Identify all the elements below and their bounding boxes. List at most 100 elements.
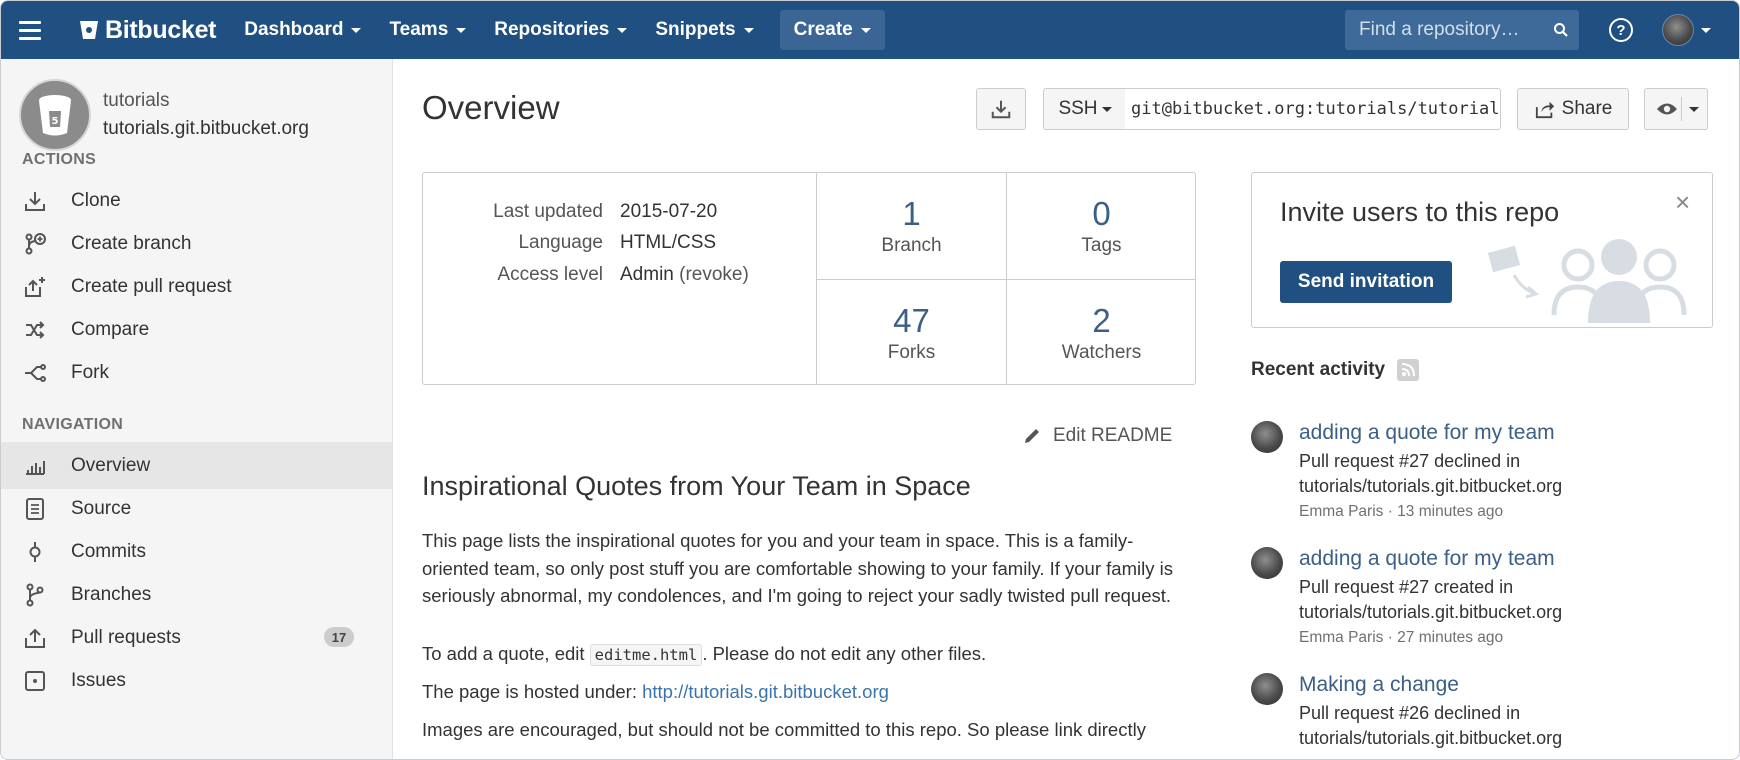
readme-paragraph: Images are encouraged, but should not be… [422, 719, 1146, 740]
activity-description: Pull request #27 created in [1299, 577, 1514, 597]
watch-button[interactable] [1644, 88, 1708, 130]
user-avatar[interactable] [1662, 14, 1694, 46]
nav-snippets[interactable]: Snippets [641, 10, 767, 50]
activity-meta: Emma Paris · 13 minutes ago [1299, 503, 1504, 520]
sidebar-item-source[interactable]: Source [1, 485, 392, 532]
pull-requests-count-badge: 17 [324, 627, 354, 647]
branch-plus-icon [21, 230, 49, 258]
overview-icon [21, 452, 49, 480]
activity-meta: Emma Paris · 27 minutes ago [1299, 629, 1504, 646]
readme-title: Inspirational Quotes from Your Team in S… [422, 471, 971, 501]
language-label: Language [518, 232, 603, 253]
tag-count[interactable]: 0 Tags [1006, 173, 1196, 279]
sidebar-item-overview[interactable]: Overview [1, 442, 392, 489]
readme-text: . Please do not edit any other files. [702, 643, 987, 664]
help-icon[interactable]: ? [1609, 18, 1633, 42]
repo-avatar[interactable]: 5 [19, 79, 91, 151]
readme-paragraph: To add a quote, edit editme.html. Please… [422, 640, 1190, 670]
sidebar-item-branches[interactable]: Branches [1, 571, 392, 618]
search-placeholder: Find a repository… [1359, 19, 1520, 40]
user-icon [1588, 239, 1650, 323]
nav-dashboard-label: Dashboard [244, 19, 344, 40]
last-updated-value: 2015-07-20 [620, 201, 718, 222]
sidebar-item-label: Issues [71, 669, 126, 691]
recent-activity-title: Recent activity [1251, 359, 1386, 380]
download-icon [991, 100, 1011, 119]
sidebar-item-fork[interactable]: Fork [1, 349, 392, 396]
clone-url-input[interactable]: git@bitbucket.org:tutorials/tutorials.gi… [1125, 88, 1501, 130]
send-invitation-button[interactable]: Send invitation [1280, 261, 1452, 303]
readme-text: The page is hosted under: [422, 681, 643, 702]
sidebar-item-commits[interactable]: Commits [1, 528, 392, 575]
brand-name: Bitbucket [105, 15, 217, 44]
branch-count-number: 1 [902, 195, 921, 232]
clone-protocol-select[interactable]: SSH [1043, 88, 1127, 130]
last-updated-label: Last updated [493, 201, 603, 222]
nav-teams[interactable]: Teams [375, 10, 480, 50]
repo-name[interactable]: tutorials.git.bitbucket.org [103, 115, 309, 143]
activity-title-link[interactable]: adding a quote for my team [1299, 547, 1555, 571]
chevron-down-icon[interactable] [1701, 28, 1711, 33]
branch-count-label: Branch [881, 235, 942, 256]
access-level-text: Admin [620, 264, 674, 285]
repo-owner[interactable]: tutorials [103, 87, 309, 115]
search-icon[interactable] [1543, 22, 1579, 38]
chevron-down-icon [743, 27, 754, 33]
language-value: HTML/CSS [620, 232, 717, 253]
revoke-link[interactable]: (revoke) [679, 264, 749, 285]
tag-count-number: 0 [1092, 195, 1111, 232]
bitbucket-logo[interactable]: Bitbucket [77, 15, 217, 45]
watcher-count-number: 2 [1092, 301, 1111, 339]
main-content: Overview SSH git@bitbucket.org:tutorials… [393, 59, 1739, 759]
repo-header: 5 tutorials tutorials.git.bitbucket.org [19, 79, 309, 151]
bucket-icon: 5 [39, 95, 71, 136]
sidebar-item-create-pull-request[interactable]: Create pull request [1, 263, 392, 310]
share-button[interactable]: Share [1517, 88, 1629, 130]
repository-sidebar: 5 tutorials tutorials.git.bitbucket.org … [1, 59, 393, 759]
branch-count[interactable]: 1 Branch [816, 173, 1006, 279]
chevron-down-icon [456, 27, 467, 33]
pencil-icon [1025, 429, 1039, 443]
repository-search-input[interactable]: Find a repository… [1345, 10, 1579, 50]
hosted-url-link[interactable]: http://tutorials.git.bitbucket.org [642, 681, 889, 702]
sidebar-item-issues[interactable]: Issues [1, 657, 392, 704]
sidebar-item-compare[interactable]: Compare [1, 306, 392, 353]
tag-count-label: Tags [1081, 235, 1122, 256]
sidebar-item-label: Pull requests [71, 626, 181, 648]
activity-title-link[interactable]: adding a quote for my team [1299, 421, 1555, 445]
sidebar-item-pull-requests[interactable]: Pull requests 17 [1, 614, 392, 661]
fork-count-number: 47 [893, 301, 930, 339]
avatar[interactable] [1251, 421, 1283, 453]
close-icon[interactable]: × [1675, 187, 1690, 218]
access-level-label: Access level [497, 264, 603, 285]
sidebar-item-create-branch[interactable]: Create branch [1, 220, 392, 267]
fork-count[interactable]: 47 Forks [816, 279, 1006, 385]
nav-repositories[interactable]: Repositories [480, 10, 641, 50]
activity-title-link[interactable]: Making a change [1299, 673, 1459, 697]
activity-description: Pull request #26 declined in [1299, 703, 1521, 723]
edit-readme-link[interactable]: Edit README [1023, 425, 1172, 447]
download-button[interactable] [976, 88, 1026, 130]
activity-repo: tutorials/tutorials.git.bitbucket.org [1299, 728, 1563, 748]
recent-activity-heading: Recent activity [1251, 359, 1420, 381]
sidebar-item-label: Overview [71, 454, 151, 476]
chevron-down-icon [860, 27, 871, 33]
watcher-count-label: Watchers [1061, 341, 1142, 363]
avatar[interactable] [1251, 547, 1283, 579]
create-button[interactable]: Create [779, 10, 885, 50]
share-icon [1535, 101, 1554, 119]
nav-dashboard[interactable]: Dashboard [230, 10, 375, 50]
activity-repo: tutorials/tutorials.git.bitbucket.org [1299, 602, 1563, 622]
sidebar-item-label: Clone [71, 189, 121, 211]
avatar[interactable] [1251, 673, 1283, 705]
sidebar-item-clone[interactable]: Clone [1, 177, 392, 224]
sidebar-item-label: Source [71, 497, 132, 519]
rss-icon[interactable] [1397, 359, 1420, 381]
watcher-count[interactable]: 2 Watchers [1006, 279, 1196, 385]
page-title: Overview [422, 89, 560, 126]
activity-description: Pull request #27 declined in [1299, 451, 1521, 471]
menu-icon[interactable] [19, 1, 61, 59]
commit-icon [21, 538, 49, 566]
chevron-down-icon[interactable] [1689, 107, 1699, 112]
fork-count-label: Forks [887, 341, 936, 363]
